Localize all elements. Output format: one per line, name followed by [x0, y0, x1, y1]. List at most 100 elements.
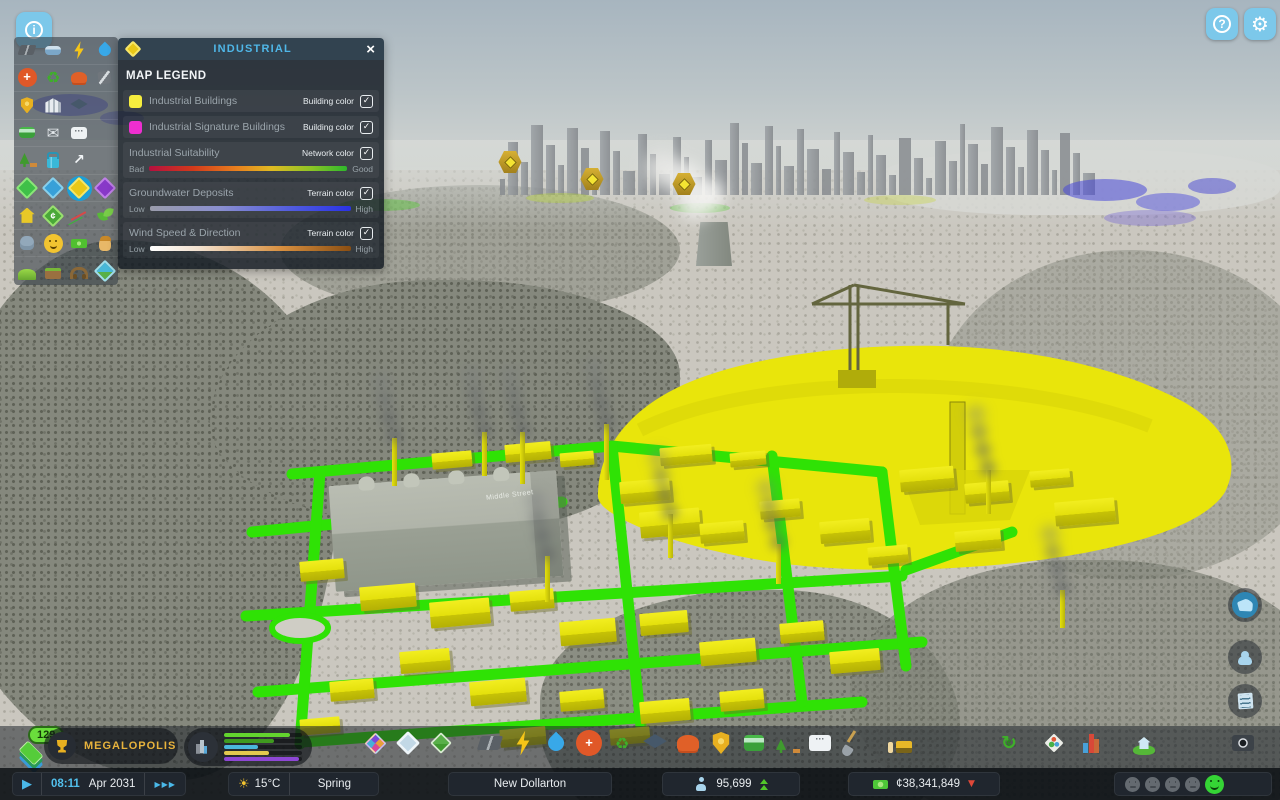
- happiness-display[interactable]: [1114, 772, 1272, 796]
- infoview-vegetation[interactable]: [93, 204, 117, 228]
- infoview-ground-pollution[interactable]: [41, 259, 65, 283]
- play-pause-button[interactable]: ▶: [13, 773, 41, 795]
- ground-pollution-icon: [44, 262, 63, 281]
- infoview-happiness[interactable]: [41, 231, 65, 255]
- toolbar-map-tiles[interactable]: [428, 730, 454, 756]
- fast-forward-icon: ▶▶▶: [154, 780, 175, 789]
- population-display[interactable]: 95,699: [662, 772, 800, 796]
- infoview-maintenance[interactable]: [93, 66, 117, 90]
- happiness-face-3: [1185, 777, 1200, 792]
- infoview-administration[interactable]: [41, 93, 65, 117]
- infoview-industrial[interactable]: [67, 176, 91, 200]
- toolbar-roads[interactable]: [477, 730, 503, 756]
- close-button[interactable]: ×: [364, 42, 377, 57]
- toolbar-areas[interactable]: [395, 730, 421, 756]
- infoview-water-pollution[interactable]: [93, 259, 117, 283]
- zoning-demand-widget[interactable]: [184, 728, 312, 766]
- city-name-display[interactable]: New Dollarton: [448, 772, 612, 796]
- infoview-housing[interactable]: [15, 204, 39, 228]
- toolbar-fire-rescue[interactable]: [675, 730, 701, 756]
- infoview-fire[interactable]: [67, 66, 91, 90]
- infoview-tourism[interactable]: [41, 148, 65, 172]
- infoview-electricity[interactable]: [67, 38, 91, 62]
- legend-checkbox[interactable]: [360, 121, 373, 134]
- chirper-button[interactable]: [1228, 588, 1262, 622]
- infoview-population[interactable]: [15, 231, 39, 255]
- smokestack: [986, 470, 991, 514]
- infoview-healthcare[interactable]: [15, 66, 39, 90]
- infoview-garbage[interactable]: [41, 66, 65, 90]
- infoview-commercial[interactable]: [41, 176, 65, 200]
- legend-label: Groundwater Deposits: [129, 187, 307, 199]
- money-display[interactable]: ¢38,341,849 ▼: [848, 772, 1000, 796]
- industrial-building: [699, 638, 757, 667]
- infoview-communications[interactable]: [67, 121, 91, 145]
- legend-checkbox[interactable]: [360, 147, 373, 160]
- play-icon: ▶: [22, 777, 32, 792]
- industrial-diamond-icon: [504, 156, 517, 169]
- weather-display: ☀ 15°C: [229, 773, 289, 795]
- legend-label: Wind Speed & Direction: [129, 227, 307, 239]
- toolbar-parks-recreation[interactable]: [774, 730, 800, 756]
- help-button[interactable]: ?: [1206, 8, 1238, 40]
- infoview-row: [14, 120, 118, 148]
- infoview-post[interactable]: [41, 121, 65, 145]
- options-button[interactable]: ⚙: [1244, 8, 1276, 40]
- infoview-land-value[interactable]: [41, 204, 65, 228]
- infoview-education[interactable]: [67, 93, 91, 117]
- legend-checkbox[interactable]: [360, 187, 373, 200]
- noise-pollution-icon: [70, 262, 89, 281]
- toolbar-economy[interactable]: [996, 730, 1022, 756]
- trophy-circle: [48, 732, 76, 760]
- journal-button[interactable]: [1228, 684, 1262, 718]
- legend-item: Industrial SuitabilityNetwork colorBadGo…: [123, 142, 379, 178]
- parks-recreation-icon: [774, 730, 800, 756]
- infoview-transportation[interactable]: [15, 121, 39, 145]
- demand-bars: [224, 733, 302, 761]
- infoview-terrain-height[interactable]: [15, 259, 39, 283]
- infoview-water[interactable]: [93, 38, 117, 62]
- toolbar-landscaping[interactable]: [840, 730, 866, 756]
- toolbar-progression[interactable]: [1131, 730, 1157, 756]
- infoview-traffic[interactable]: [41, 38, 65, 62]
- industrial-building: [719, 688, 765, 712]
- toolbar-bulldozer[interactable]: [887, 730, 913, 756]
- time-date-display: 08:11 Apr 2031: [42, 773, 144, 795]
- legend-checkbox[interactable]: [360, 95, 373, 108]
- scale-max-label: Good: [352, 164, 373, 174]
- legend-label: Industrial Signature Buildings: [149, 121, 303, 133]
- infoview-roads[interactable]: [15, 38, 39, 62]
- toolbar-city-statistics[interactable]: [1080, 730, 1106, 756]
- infoview-office[interactable]: [93, 176, 117, 200]
- infoview-economy-trend[interactable]: [67, 204, 91, 228]
- toolbar-communications[interactable]: [807, 730, 833, 756]
- map-legend-heading: MAP LEGEND: [126, 70, 376, 82]
- toolbar-info-views[interactable]: [1041, 730, 1067, 756]
- legend-checkbox[interactable]: [360, 227, 373, 240]
- toolbar-electricity[interactable]: [510, 730, 536, 756]
- toolbar-water-sewage[interactable]: [543, 730, 569, 756]
- toolbar-garbage[interactable]: [609, 730, 635, 756]
- toolbar-education-research[interactable]: [642, 730, 668, 756]
- infoview-workplaces[interactable]: [93, 231, 117, 255]
- citizens-button[interactable]: [1228, 640, 1262, 674]
- infoview-residential[interactable]: [15, 176, 39, 200]
- demand-bar-industrial: [224, 751, 302, 755]
- sun-icon: ☀: [238, 777, 250, 792]
- infoview-parks[interactable]: [15, 148, 39, 172]
- milestone-widget[interactable]: MEGALOPOLIS: [44, 728, 178, 764]
- infoview-noise-pollution[interactable]: [67, 259, 91, 283]
- toolbar-photo-mode[interactable]: [1230, 730, 1256, 756]
- infoview-row: [14, 202, 118, 230]
- infoview-outside-connections[interactable]: [67, 148, 91, 172]
- toolbar-police-administration[interactable]: [708, 730, 734, 756]
- toolbar-health-deathcare[interactable]: [576, 730, 602, 756]
- office-icon: [96, 179, 115, 198]
- infoview-police[interactable]: [15, 93, 39, 117]
- infoview-finances[interactable]: [67, 231, 91, 255]
- industrial-diamond-icon: [586, 173, 599, 186]
- toolbar-transportation[interactable]: [741, 730, 767, 756]
- toolbar-zones[interactable]: [362, 730, 388, 756]
- scale-max-label: High: [356, 244, 373, 254]
- simulation-speed-button[interactable]: ▶▶▶: [145, 773, 184, 795]
